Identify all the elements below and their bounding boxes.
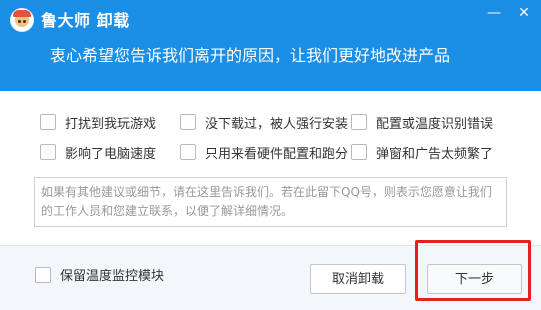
reason-label: 没下载过，被人强行安装 [205,116,349,132]
header-subtitle: 衷心希望您告诉我们离开的原因，让我们更好地改进产品 [50,46,451,65]
minimize-icon[interactable]: — [484,3,504,23]
checkbox-icon[interactable] [180,144,196,160]
header-bar: 鲁大师 卸载 — ✕ 衷心希望您告诉我们离开的原因，让我们更好地改进产品 [0,0,541,91]
app-logo-icon [10,8,34,32]
reason-label: 打扰到我玩游戏 [65,116,157,132]
uninstall-dialog: 鲁大师 卸载 — ✕ 衷心希望您告诉我们离开的原因，让我们更好地改进产品 打扰到… [0,0,541,310]
reason-checkbox-slowdown[interactable]: 影响了电脑速度 [40,143,157,162]
highlight-box [415,240,531,301]
reason-label: 影响了电脑速度 [65,146,157,162]
checkbox-icon[interactable] [351,114,367,130]
checkbox-icon[interactable] [40,114,56,130]
cancel-uninstall-button[interactable]: 取消卸载 [310,264,406,294]
checkbox-icon[interactable] [35,266,51,283]
reason-checkbox-detection-error[interactable]: 配置或温度识别错误 [351,113,494,132]
keep-monitor-checkbox[interactable]: 保留温度监控模块 [35,265,164,284]
feedback-placeholder-line2: 的工作人员和您建立联系，以便了解详细情况。 [41,204,294,218]
feedback-placeholder-line1: 如果有其他建议或细节，请在这里告诉我们。若在此留下QQ号，则表示您愿意让我们 [41,185,492,199]
reason-checkbox-game[interactable]: 打扰到我玩游戏 [40,113,157,132]
window-title: 鲁大师 卸载 [41,11,130,30]
reason-checkbox-popups-ads[interactable]: 弹窗和广告太频繁了 [351,143,494,162]
checkbox-icon[interactable] [351,144,367,160]
feedback-textarea[interactable]: 如果有其他建议或细节，请在这里告诉我们。若在此留下QQ号，则表示您愿意让我们 的… [34,177,507,227]
checkbox-icon[interactable] [180,114,196,130]
reason-label: 弹窗和广告太频繁了 [376,146,494,162]
reason-label: 只用来看硬件配置和跑分 [205,146,349,162]
checkbox-icon[interactable] [40,144,56,160]
reason-checkbox-benchmark-only[interactable]: 只用来看硬件配置和跑分 [180,143,349,162]
reason-label: 配置或温度识别错误 [376,116,494,132]
keep-monitor-label: 保留温度监控模块 [60,269,165,284]
close-icon[interactable]: ✕ [514,3,534,23]
reason-checkbox-forced-install[interactable]: 没下载过，被人强行安装 [180,113,349,132]
